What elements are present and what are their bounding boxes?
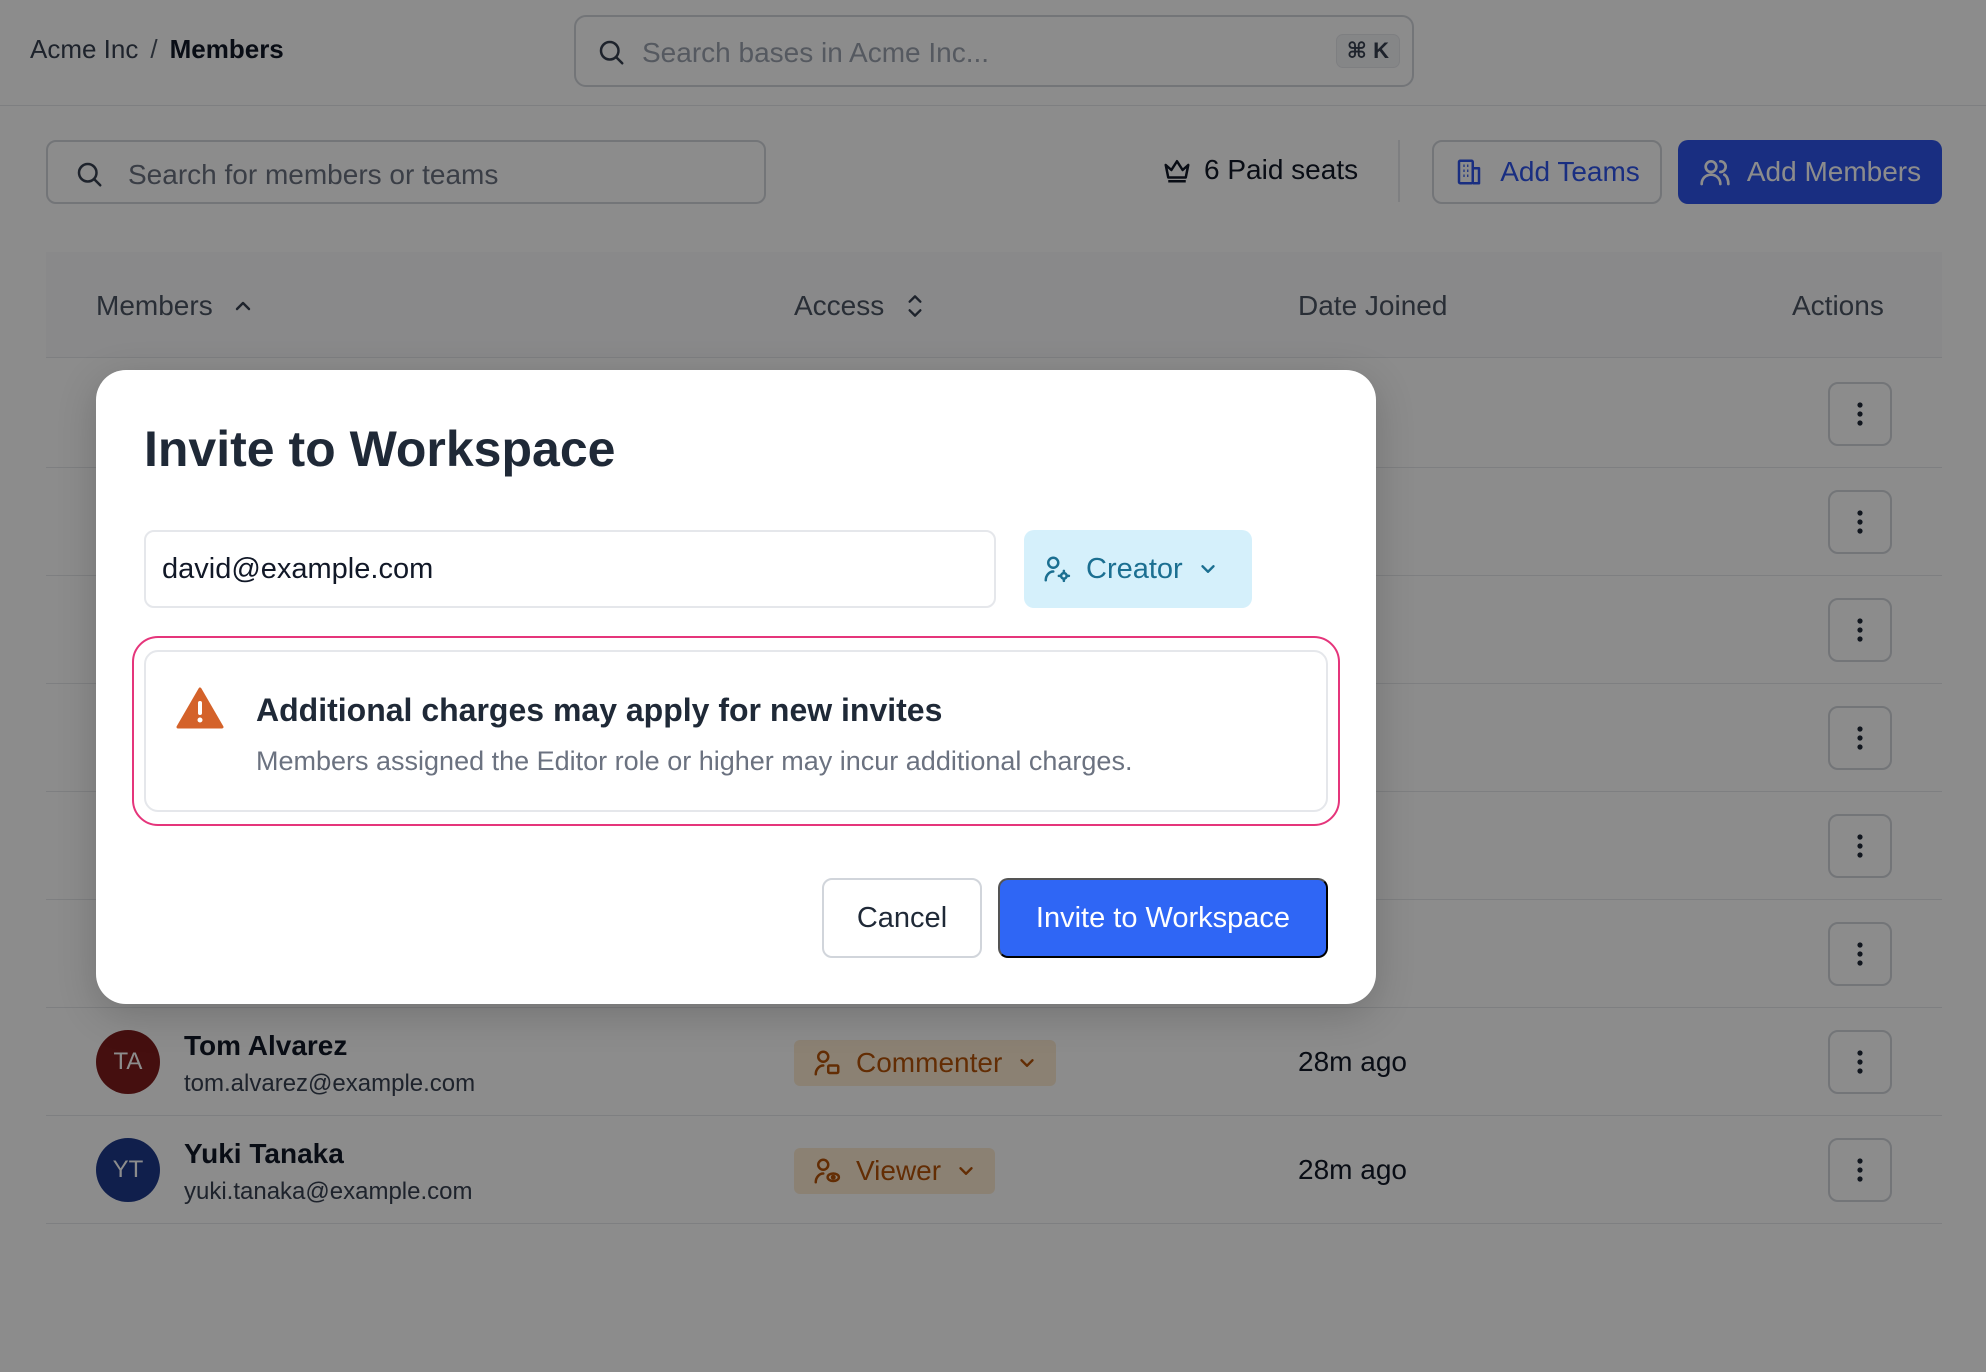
- invite-modal: Invite to Workspace Creator Additional c…: [96, 370, 1376, 1004]
- callout-body: Members assigned the Editor role or high…: [256, 746, 1133, 776]
- charges-warning-callout: Additional charges may apply for new inv…: [144, 650, 1328, 812]
- role-select-value: Creator: [1086, 552, 1183, 585]
- warning-icon: [176, 686, 224, 730]
- invite-to-workspace-button[interactable]: Invite to Workspace: [998, 878, 1328, 958]
- role-select[interactable]: Creator: [1024, 530, 1252, 608]
- cancel-button[interactable]: Cancel: [822, 878, 982, 958]
- modal-title: Invite to Workspace: [144, 421, 616, 477]
- chevron-down-icon: [1197, 558, 1219, 580]
- user-gear-icon: [1042, 554, 1072, 584]
- callout-title: Additional charges may apply for new inv…: [256, 692, 943, 728]
- invite-email-input[interactable]: [144, 530, 996, 608]
